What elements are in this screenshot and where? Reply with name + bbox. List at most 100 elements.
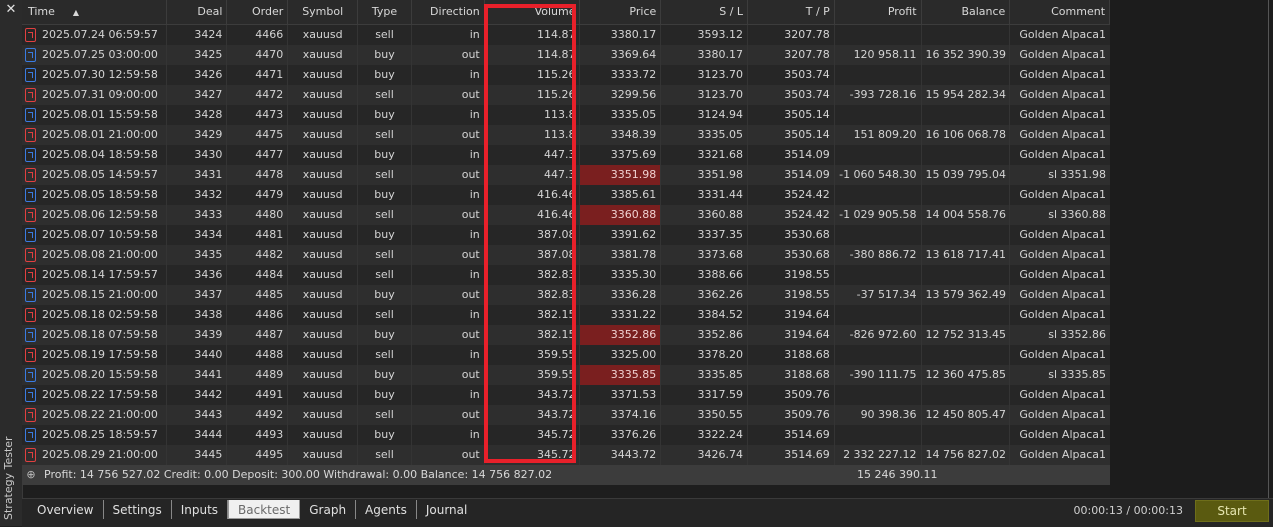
table-row[interactable]: 2025.08.14 17:59:57 3436 4484 xauusd sell in 3…: [22, 265, 1110, 285]
cell-profit: [835, 425, 922, 445]
cell-order: 4486: [227, 305, 289, 325]
cell-deal: 3435: [167, 245, 228, 265]
table-row[interactable]: 2025.08.06 12:59:58 3433 4480 xauusd sell out…: [22, 205, 1110, 225]
table-row[interactable]: 2025.08.20 15:59:58 3441 4489 xauusd buy out 3…: [22, 365, 1110, 385]
tab-agents[interactable]: Agents: [356, 500, 417, 519]
start-button[interactable]: Start: [1195, 500, 1269, 522]
col-header-comment[interactable]: Comment: [1010, 0, 1111, 24]
col-header-deal[interactable]: Deal: [167, 0, 228, 24]
table-row[interactable]: 2025.08.19 17:59:58 3440 4488 xauusd sell in 3…: [22, 345, 1110, 365]
cell-deal: 3439: [167, 325, 228, 345]
close-icon[interactable]: ✕: [4, 3, 18, 17]
cell-comment: Golden Alpaca1: [1019, 108, 1107, 121]
cell-direction: in: [412, 105, 485, 125]
cell-price: 3443.72: [580, 445, 662, 465]
table-row[interactable]: 2025.08.08 21:00:00 3435 4482 xauusd sell out…: [22, 245, 1110, 265]
cell-volume: 387.08: [485, 245, 581, 265]
tab-inputs[interactable]: Inputs: [172, 500, 229, 519]
table-row[interactable]: 2025.08.22 21:00:00 3443 4492 xauusd sell out…: [22, 405, 1110, 425]
cell-deal: 3438: [167, 305, 228, 325]
col-header-time[interactable]: Time ▲: [22, 0, 167, 24]
cell-balance: [922, 305, 1011, 325]
cell-type: buy: [358, 105, 412, 125]
expand-icon[interactable]: ⊕: [24, 465, 38, 485]
table-row[interactable]: 2025.08.18 02:59:58 3438 4486 xauusd sell in 3…: [22, 305, 1110, 325]
deal-time: 2025.08.25 18:59:57: [42, 428, 158, 441]
cell-order: 4481: [227, 225, 289, 245]
table-row[interactable]: 2025.08.22 17:59:58 3442 4491 xauusd buy in 34…: [22, 385, 1110, 405]
cell-price: 3375.69: [580, 145, 662, 165]
table-row[interactable]: 2025.08.05 14:59:57 3431 4478 xauusd sell out…: [22, 165, 1110, 185]
col-header-sl[interactable]: S / L: [661, 0, 749, 24]
col-header-tp[interactable]: T / P: [748, 0, 835, 24]
table-row[interactable]: 2025.08.18 07:59:58 3439 4487 xauusd buy out 3…: [22, 325, 1110, 345]
table-row[interactable]: 2025.08.05 18:59:58 3432 4479 xauusd buy in 41…: [22, 185, 1110, 205]
table-row[interactable]: 2025.08.01 15:59:58 3428 4473 xauusd buy in 11…: [22, 105, 1110, 125]
cell-balance: 14 756 827.02: [922, 445, 1011, 465]
cell-symbol: xauusd: [288, 445, 359, 465]
cell-comment: sl 3335.85: [1048, 368, 1107, 381]
table-row[interactable]: 2025.07.30 12:59:58 3426 4471 xauusd buy in 11…: [22, 65, 1110, 85]
buy-deal-icon: [25, 328, 36, 342]
cell-sl: 3380.17: [661, 45, 749, 65]
col-header-symbol[interactable]: Symbol: [288, 0, 359, 24]
col-header-direction[interactable]: Direction: [412, 0, 485, 24]
cell-symbol: xauusd: [288, 185, 359, 205]
cell-deal: 3443: [167, 405, 228, 425]
cell-volume: 359.55: [485, 365, 581, 385]
cell-tp: 3505.14: [748, 125, 835, 145]
deal-time: 2025.07.25 03:00:00: [42, 48, 158, 61]
table-row[interactable]: 2025.08.07 10:59:58 3434 4481 xauusd buy in 38…: [22, 225, 1110, 245]
cell-profit: -393 728.16: [835, 85, 922, 105]
tab-settings[interactable]: Settings: [104, 500, 172, 519]
table-row[interactable]: 2025.07.31 09:00:00 3427 4472 xauusd sell out…: [22, 85, 1110, 105]
sell-deal-icon: [25, 28, 36, 42]
deal-time: 2025.08.15 21:00:00: [42, 288, 158, 301]
deal-time: 2025.08.05 18:59:58: [42, 188, 158, 201]
cell-price: 3376.26: [580, 425, 662, 445]
strategy-tester-label: Strategy Tester: [2, 436, 15, 520]
cell-price: 3331.22: [580, 305, 662, 325]
table-row[interactable]: 2025.08.15 21:00:00 3437 4485 xauusd buy out 3…: [22, 285, 1110, 305]
tab-journal[interactable]: Journal: [417, 500, 477, 519]
cell-profit: 151 809.20: [835, 125, 922, 145]
cell-profit: -390 111.75: [835, 365, 922, 385]
sell-deal-icon: [25, 408, 36, 422]
cell-direction: out: [412, 445, 485, 465]
col-header-profit[interactable]: Profit: [835, 0, 922, 24]
cell-order: 4473: [227, 105, 289, 125]
cell-price: 3371.53: [580, 385, 662, 405]
table-row[interactable]: 2025.08.04 18:59:58 3430 4477 xauusd buy in 44…: [22, 145, 1110, 165]
cell-price: 3360.88: [580, 205, 662, 225]
table-row[interactable]: 2025.08.01 21:00:00 3429 4475 xauusd sell out…: [22, 125, 1110, 145]
col-header-balance[interactable]: Balance: [922, 0, 1011, 24]
summary-totals: Profit: 14 756 527.02 Credit: 0.00 Depos…: [44, 468, 553, 481]
col-header-type[interactable]: Type: [358, 0, 412, 24]
deal-time: 2025.08.22 21:00:00: [42, 408, 158, 421]
cell-profit: [835, 345, 922, 365]
col-header-price[interactable]: Price: [580, 0, 662, 24]
cell-symbol: xauusd: [288, 145, 359, 165]
cell-deal: 3434: [167, 225, 228, 245]
cell-tp: 3524.42: [748, 205, 835, 225]
table-row[interactable]: 2025.07.25 03:00:00 3425 4470 xauusd buy out 1…: [22, 45, 1110, 65]
cell-time: 2025.08.22 21:00:00: [22, 405, 167, 425]
cell-balance: [922, 225, 1011, 245]
tab-overview[interactable]: Overview: [28, 500, 104, 519]
table-row[interactable]: 2025.07.24 06:59:57 3424 4466 xauusd sell in 1…: [22, 25, 1110, 45]
cell-price: 3369.64: [580, 45, 662, 65]
sell-deal-icon: [25, 128, 36, 142]
cell-comment: Golden Alpaca1: [1019, 408, 1107, 421]
col-header-volume[interactable]: Volume: [485, 0, 581, 24]
cell-sl: 3384.52: [661, 305, 749, 325]
cell-price: 3325.00: [580, 345, 662, 365]
tab-backtest[interactable]: Backtest: [228, 500, 301, 519]
cell-volume: 447.3: [485, 145, 581, 165]
tab-graph[interactable]: Graph: [300, 500, 357, 519]
table-row[interactable]: 2025.08.29 21:00:00 3445 4495 xauusd sell out…: [22, 445, 1110, 465]
cell-volume: 387.08: [485, 225, 581, 245]
cell-price: 3391.62: [580, 225, 662, 245]
table-row[interactable]: 2025.08.25 18:59:57 3444 4493 xauusd buy in 34…: [22, 425, 1110, 445]
cell-tp: 3503.74: [748, 85, 835, 105]
col-header-order[interactable]: Order: [227, 0, 289, 24]
